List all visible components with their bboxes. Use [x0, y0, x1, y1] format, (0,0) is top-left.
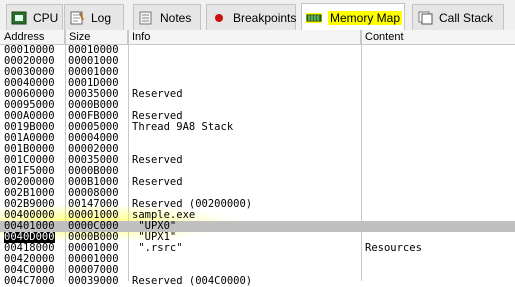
breakpoint-icon	[211, 11, 227, 25]
header-content[interactable]: Content	[361, 30, 515, 44]
info-cell: Thread 9A8 Stack	[132, 121, 234, 133]
tab-memory-map[interactable]: Memory Map	[301, 3, 405, 31]
memory-map-table: 00010000 00010000 00020000 00001000 000300…	[0, 45, 515, 287]
tab-label: Notes	[160, 10, 192, 25]
tab-label: Memory Map	[328, 10, 403, 25]
cpu-icon	[11, 11, 27, 25]
header-info[interactable]: Info	[128, 30, 361, 44]
tab-notes[interactable]: Notes	[133, 4, 201, 30]
log-icon	[69, 11, 85, 25]
address-cell: 004C7000	[4, 275, 55, 287]
tab-breakpoints[interactable]: Breakpoints	[206, 4, 296, 30]
column-header: Address Size Info Content	[0, 30, 515, 45]
tab-label: Log	[91, 10, 112, 25]
memory-map-icon	[306, 11, 322, 25]
tab-label: Call Stack	[439, 10, 494, 25]
tab-call-stack[interactable]: Call Stack	[412, 4, 504, 30]
call-stack-icon	[417, 11, 433, 25]
tab-log[interactable]: Log	[64, 4, 124, 30]
info-cell: ".rsrc"	[132, 242, 183, 254]
info-cell: Reserved	[132, 176, 183, 188]
content-cell: Resources	[365, 242, 422, 254]
header-address[interactable]: Address	[0, 30, 65, 44]
table-row[interactable]: 004C7000 00039000 Reserved (004C0000)	[0, 276, 515, 287]
header-size[interactable]: Size	[65, 30, 128, 44]
info-cell: Reserved (004C0000)	[132, 275, 253, 287]
size-cell: 00039000	[68, 275, 119, 287]
tab-bar: CPU Log Notes Breakpoints Memory Map Cal…	[0, 0, 515, 31]
info-cell: Reserved	[132, 154, 183, 166]
tab-label: CPU	[33, 10, 59, 25]
info-cell: Reserved	[132, 88, 183, 100]
tab-cpu[interactable]: CPU	[6, 4, 63, 30]
tab-label: Breakpoints	[233, 10, 297, 25]
notes-icon	[138, 11, 154, 25]
